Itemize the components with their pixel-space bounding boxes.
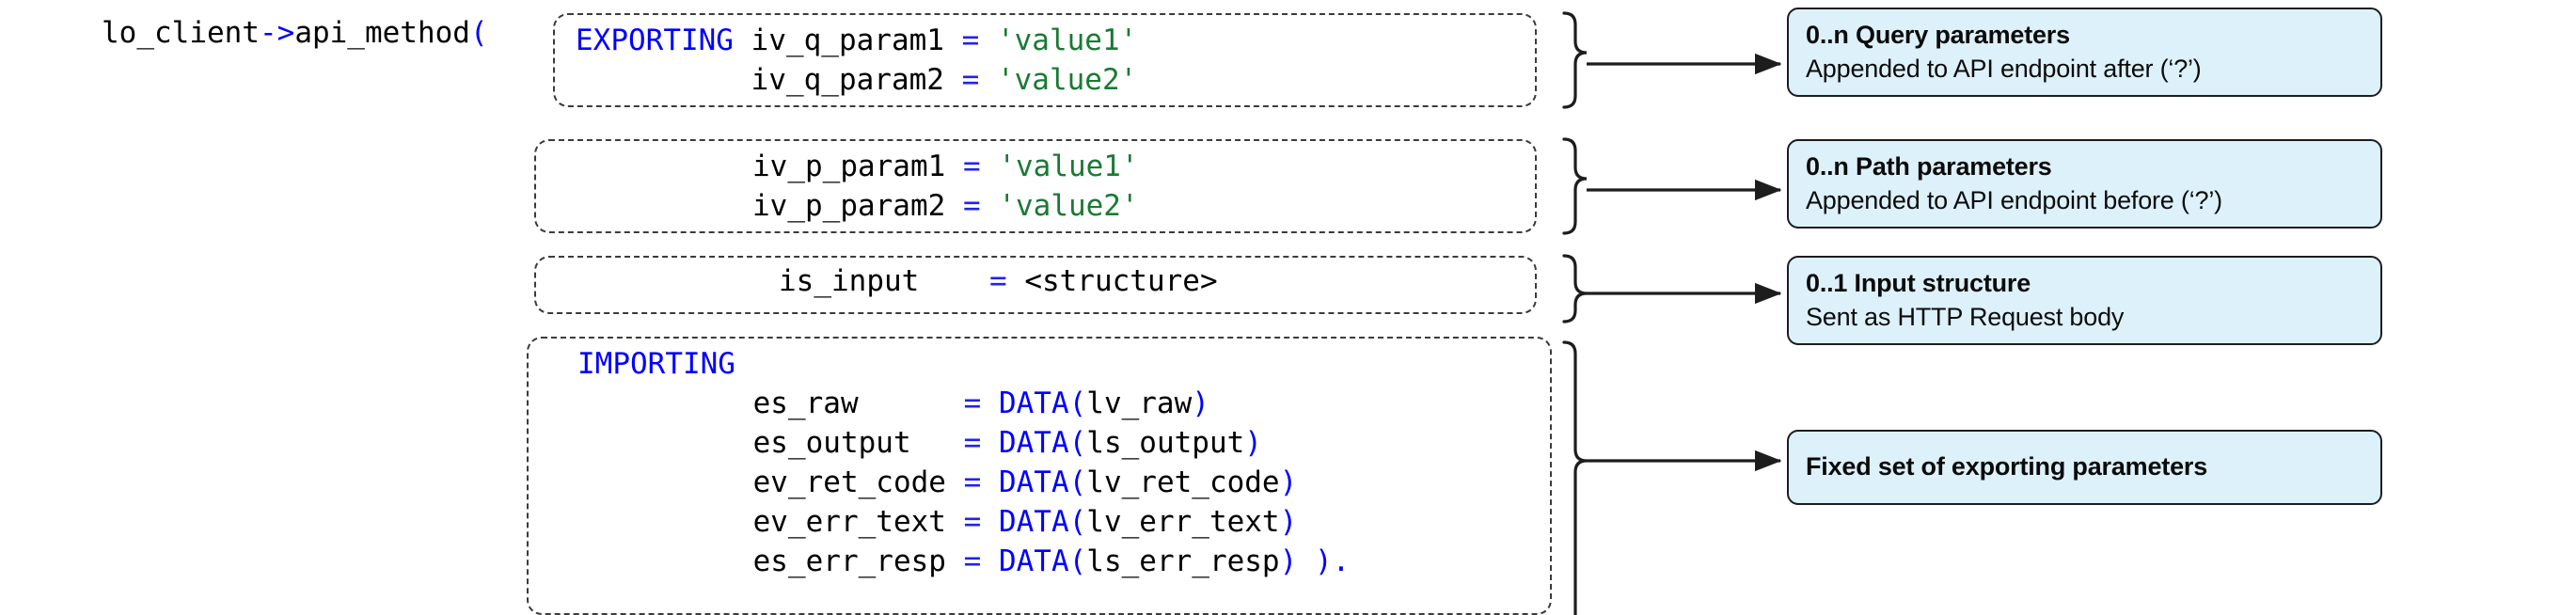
assign-operator: = (961, 63, 980, 97)
callout-fixed-exporting: Fixed set of exporting parameters (1787, 430, 2382, 505)
input-code-lines: is_input = <structure> (779, 261, 1218, 301)
assign-operator: = (961, 24, 980, 57)
callout-title: Fixed set of exporting parameters (1806, 452, 2208, 481)
call-terminator: ). (1314, 544, 1351, 578)
arrow-operator: -> (259, 16, 295, 50)
param-value: 'value1' (998, 150, 1139, 183)
query-code-lines: EXPORTING iv_q_param1 = 'value1' EXPORTI… (576, 21, 1137, 100)
diagram-canvas: lo_client->api_method( EXPORTING iv_q_pa… (0, 0, 2576, 615)
param-name: es_output (752, 426, 911, 460)
brace-query (1562, 11, 1588, 109)
param-name: ev_err_text (752, 505, 946, 539)
param-name: is_input (779, 264, 920, 298)
callout-subtitle: Appended to API endpoint before (‘?’) (1806, 185, 2222, 214)
param-name: es_raw (752, 386, 859, 420)
brace-path (1562, 137, 1588, 235)
assign-operator: = (963, 386, 982, 420)
callout-path-parameters: 0..n Path parameters Appended to API end… (1787, 139, 2382, 229)
receiver-variable: lo_client (102, 16, 260, 50)
param-value: 'value1' (996, 24, 1138, 57)
callout-title: 0..1 Input structure (1806, 268, 2031, 297)
param-name: iv_p_param1 (752, 150, 946, 183)
param-name: iv_p_param2 (752, 189, 946, 223)
assign-operator: = (988, 264, 1007, 298)
param-box-query: EXPORTING iv_q_param1 = 'value1' EXPORTI… (553, 13, 1537, 107)
param-box-importing: IMPORTING es_raw = DATA(lv_raw) es_outpu… (527, 337, 1552, 615)
param-name: ev_ret_code (752, 465, 946, 499)
method-name: api_method (294, 16, 470, 50)
param-box-path: iv_p_param1 = 'value1' iv_p_param2 = 'va… (534, 139, 1537, 233)
callout-input-structure: 0..1 Input structure Sent as HTTP Reques… (1787, 256, 2382, 345)
data-wrapper: DATA(ls_err_resp) (998, 544, 1298, 578)
inner-variable: lv_raw (1086, 386, 1193, 420)
param-name: es_err_resp (752, 544, 946, 578)
param-value: 'value2' (998, 189, 1139, 223)
path-code-lines: iv_p_param1 = 'value1' iv_p_param2 = 'va… (752, 147, 1139, 226)
inner-variable: ls_output (1086, 426, 1245, 460)
param-box-input: is_input = <structure> (534, 256, 1537, 314)
call-statement: lo_client->api_method( (102, 13, 488, 53)
param-name: iv_q_param2 (751, 63, 944, 97)
open-paren: ( (469, 16, 488, 50)
param-value: <structure> (1024, 264, 1218, 298)
inner-variable: ls_err_resp (1086, 544, 1280, 578)
brace-importing (1562, 340, 1588, 615)
inner-variable: lv_err_text (1086, 505, 1280, 539)
param-name: iv_q_param1 (751, 24, 944, 57)
assign-operator: = (962, 189, 981, 223)
assign-operator: = (963, 544, 982, 578)
callout-title: 0..n Path parameters (1806, 151, 2052, 181)
brace-input (1562, 254, 1588, 323)
data-wrapper: DATA(lv_err_text) (998, 505, 1298, 539)
callout-title: 0..n Query parameters (1806, 20, 2070, 49)
exporting-keyword: EXPORTING (576, 24, 734, 57)
data-wrapper: DATA(ls_output) (998, 426, 1262, 460)
importing-keyword: IMPORTING (577, 347, 735, 381)
assign-operator: = (962, 150, 981, 183)
callout-subtitle: Sent as HTTP Request body (1806, 302, 2125, 331)
importing-code-lines: IMPORTING es_raw = DATA(lv_raw) es_outpu… (577, 344, 1350, 581)
assign-operator: = (963, 505, 982, 539)
callout-subtitle: Appended to API endpoint after (‘?’) (1806, 54, 2202, 83)
data-wrapper: DATA(lv_ret_code) (998, 465, 1298, 499)
data-wrapper: DATA(lv_raw) (998, 386, 1209, 420)
assign-operator: = (963, 426, 982, 460)
callout-query-parameters: 0..n Query parameters Appended to API en… (1787, 8, 2382, 97)
assign-operator: = (963, 465, 982, 499)
param-value: 'value2' (996, 63, 1138, 97)
inner-variable: lv_ret_code (1086, 465, 1280, 499)
